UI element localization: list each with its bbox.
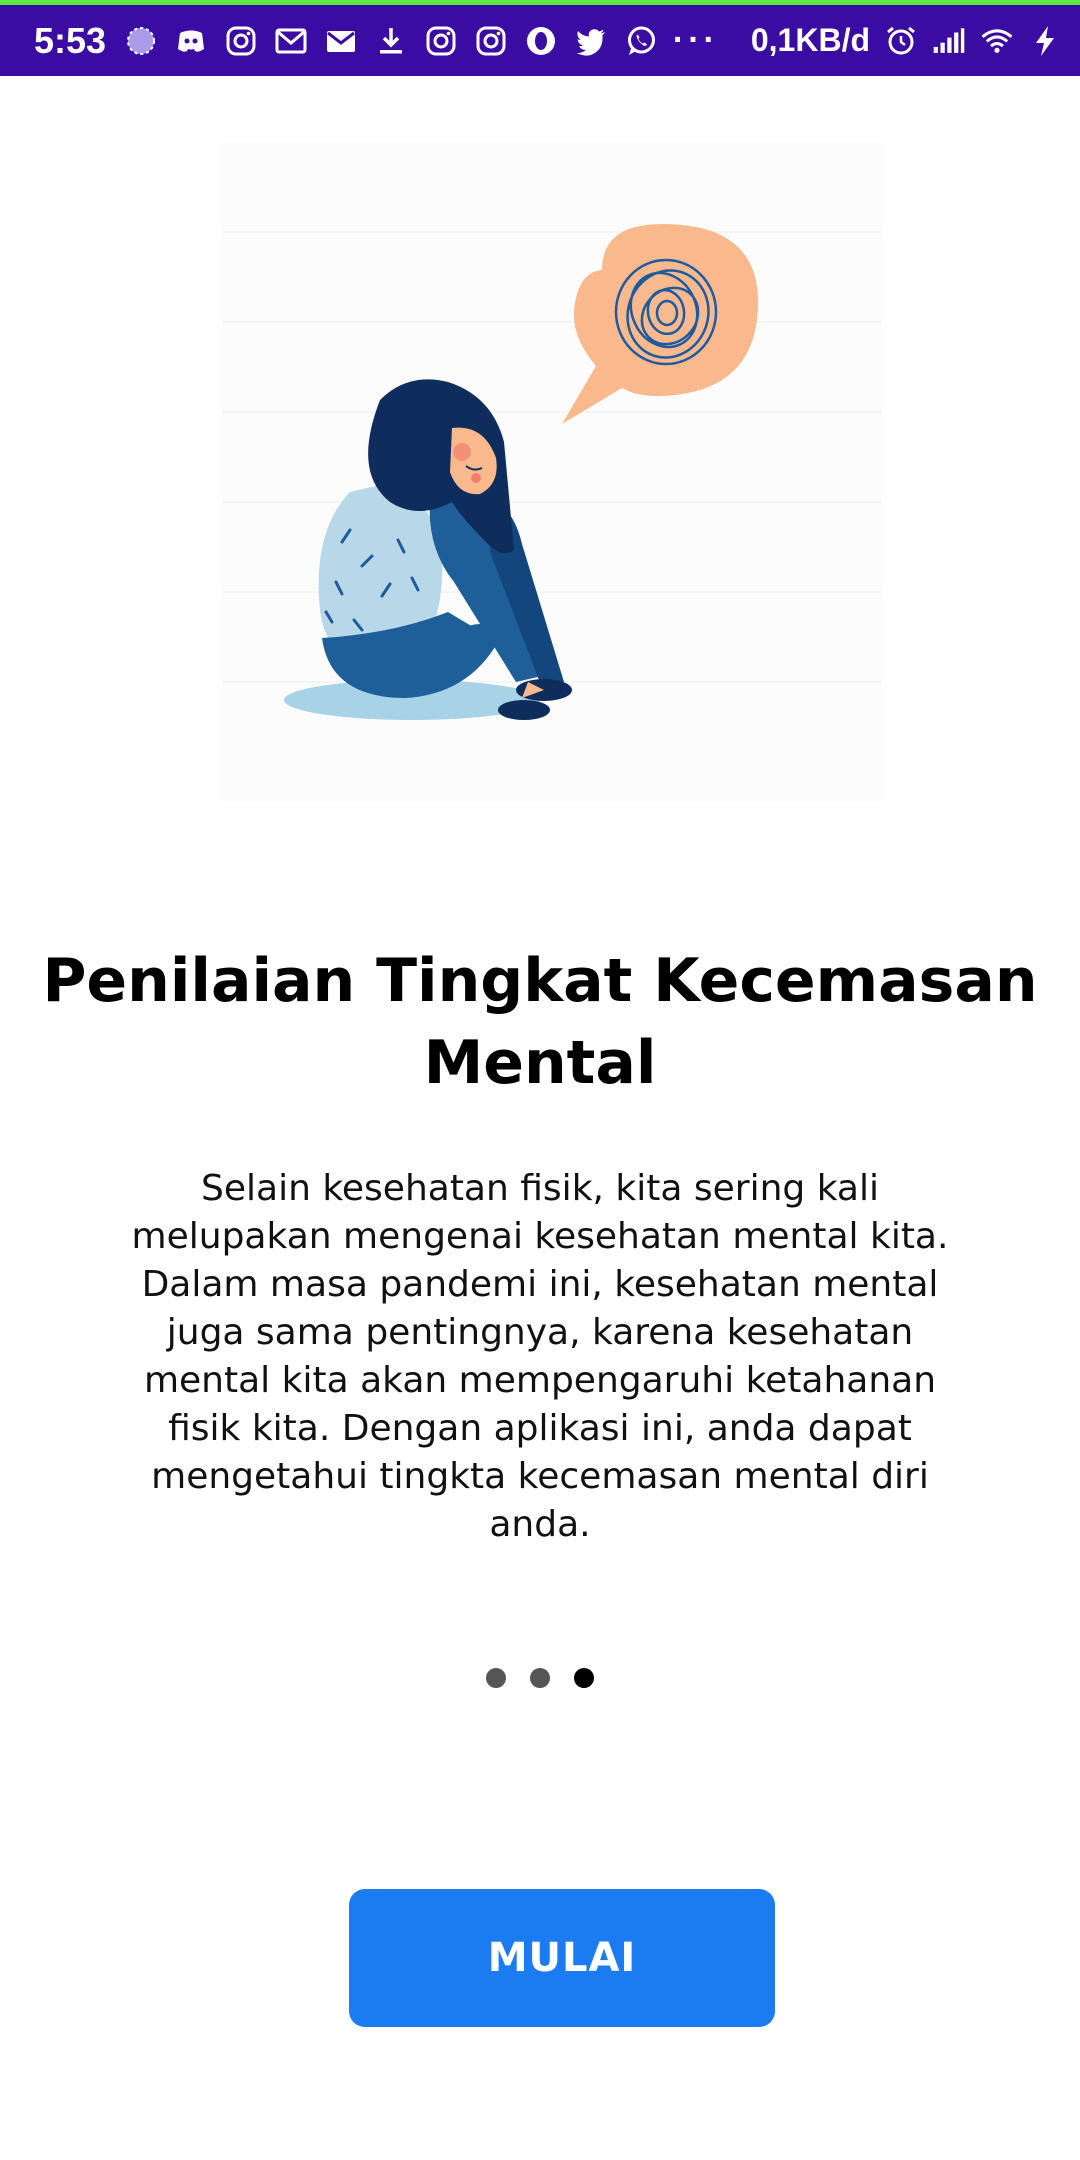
instagram-icon [424, 24, 458, 58]
anxious-woman-illustration [222, 142, 882, 802]
onboarding-description: Selain kesehatan fisik, kita sering kali… [131, 1168, 949, 1545]
instagram-icon [474, 24, 508, 58]
more-notifications-icon: ··· [672, 21, 719, 59]
page-dot-3[interactable] [574, 1668, 594, 1688]
alarm-icon [884, 24, 918, 58]
start-button[interactable]: MULAI [349, 1889, 775, 2027]
status-bar: 5:53 ··· 0,1KB/d [0, 0, 1080, 76]
page-dot-2[interactable] [530, 1668, 550, 1688]
charging-icon [1028, 24, 1062, 58]
status-time: 5:53 [34, 19, 107, 61]
mail-icon [324, 24, 358, 58]
wifi-icon [980, 24, 1014, 58]
discord-icon [174, 24, 208, 58]
onboarding-title: Penilaian Tingkat Kecemasan Mental [42, 946, 1038, 1098]
signal-icon [932, 24, 966, 58]
sync-icon [124, 24, 158, 58]
page-dot-1[interactable] [486, 1668, 506, 1688]
network-speed: 0,1KB/d [750, 22, 870, 58]
notification-icons [124, 24, 658, 58]
opera-icon [524, 24, 558, 58]
whatsapp-icon [624, 24, 658, 58]
page-indicator [0, 1668, 1080, 1692]
gmail-icon [274, 24, 308, 58]
instagram-icon [224, 24, 258, 58]
download-icon [374, 24, 408, 58]
twitter-icon [574, 24, 608, 58]
system-status: ··· 0,1KB/d [673, 21, 1062, 60]
